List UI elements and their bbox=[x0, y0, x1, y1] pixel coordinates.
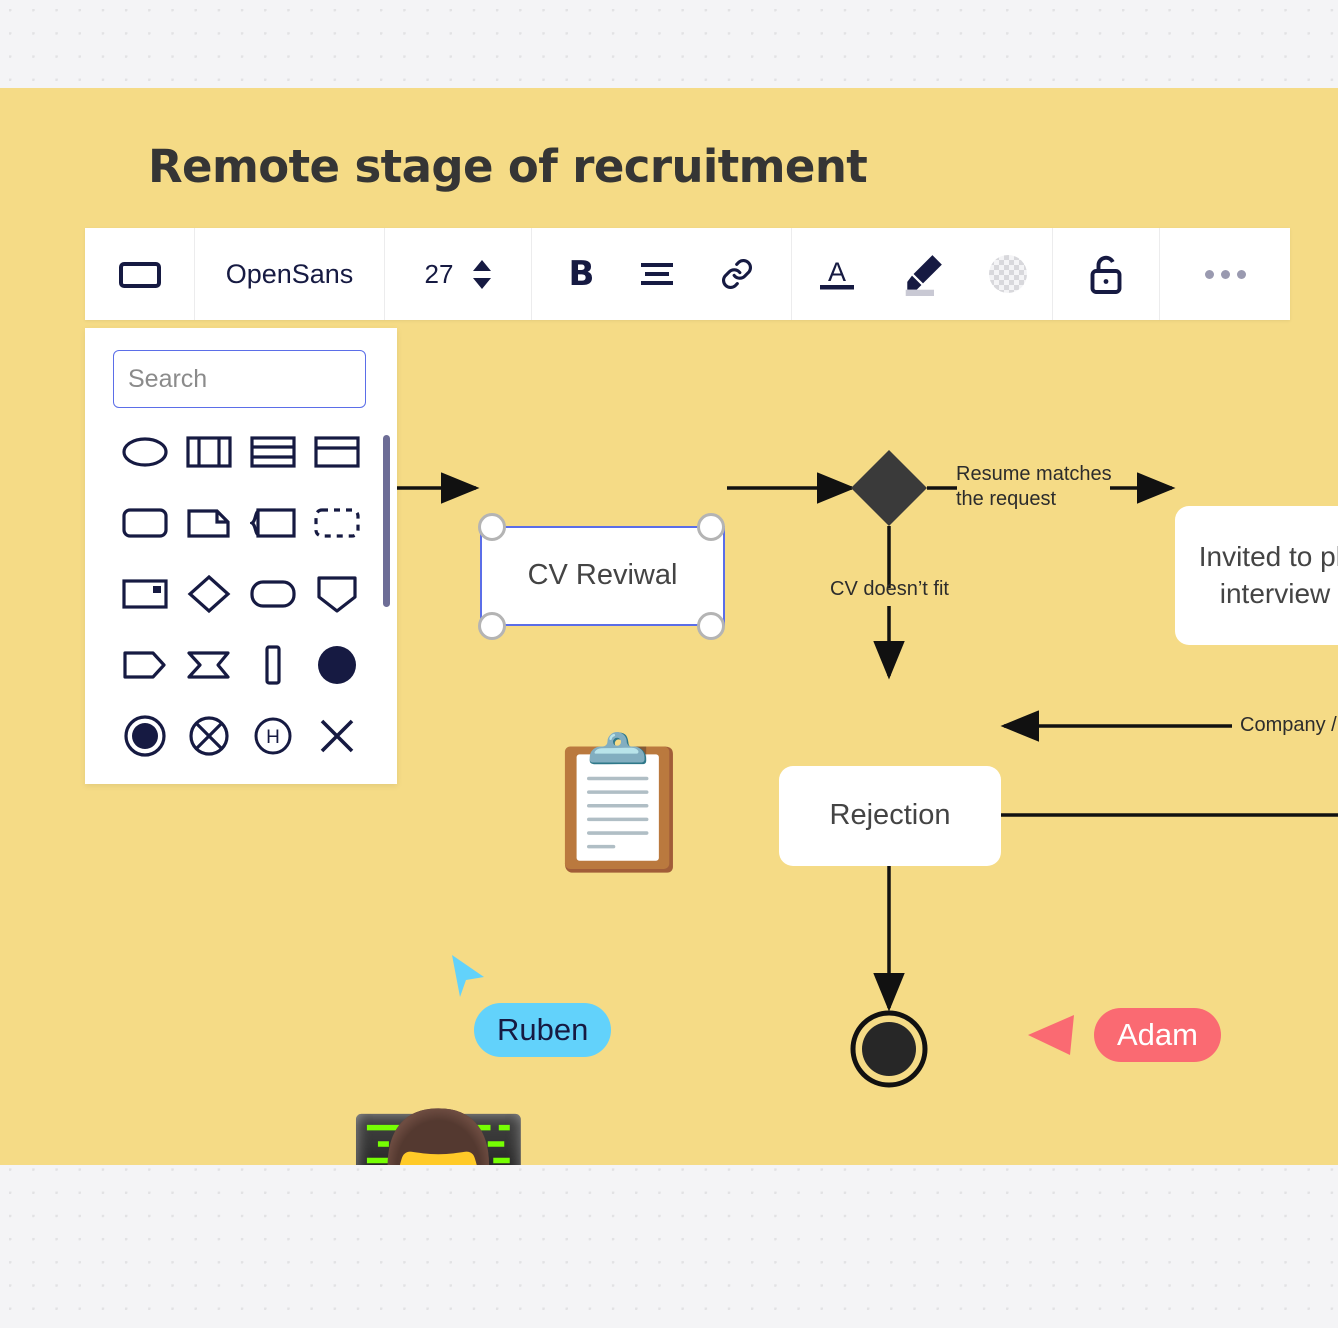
shape-option-diamond[interactable] bbox=[177, 570, 241, 617]
edge-label-resume-matches: Resume matches the request bbox=[956, 463, 1112, 510]
highlighter-pen-icon[interactable] bbox=[901, 252, 945, 296]
stepper-up-icon[interactable] bbox=[473, 259, 492, 271]
shape-option-tag-arrow[interactable] bbox=[113, 641, 177, 688]
node-invited-to-interview[interactable]: Invited to ph interview bbox=[1175, 506, 1338, 645]
shape-option-x-cross[interactable] bbox=[305, 712, 369, 759]
cursor-pointer-ruben bbox=[452, 955, 484, 997]
svg-text:A: A bbox=[828, 257, 846, 287]
svg-text:H: H bbox=[266, 727, 280, 748]
shape-option-vertical-split-rectangle[interactable] bbox=[177, 428, 241, 475]
clipboard-emoji[interactable]: 📋 bbox=[538, 738, 700, 868]
formatting-toolbar[interactable]: OpenSans 27 B A bbox=[85, 228, 1290, 320]
selection-handle-top-left[interactable] bbox=[478, 513, 506, 541]
shape-option-brace-rectangle[interactable] bbox=[241, 499, 305, 546]
selection-handle-bottom-right[interactable] bbox=[697, 612, 725, 640]
toolbar-group-lock[interactable] bbox=[1053, 228, 1160, 320]
node-rejection-label: Rejection bbox=[829, 799, 951, 832]
text-align-icon[interactable] bbox=[640, 261, 674, 287]
cursor-pointer-adam bbox=[1028, 1015, 1074, 1055]
text-color-icon[interactable]: A bbox=[817, 254, 857, 294]
toolbar-group-format[interactable]: B bbox=[532, 228, 792, 320]
shape-option-end-state-circle[interactable] bbox=[113, 712, 177, 759]
shape-option-filled-circle[interactable] bbox=[305, 641, 369, 688]
shape-option-ellipse[interactable] bbox=[113, 428, 177, 475]
shape-search-input[interactable] bbox=[113, 350, 366, 408]
shape-option-vertical-bar[interactable] bbox=[241, 641, 305, 688]
toolbar-group-shape[interactable] bbox=[85, 228, 195, 320]
shape-grid: H bbox=[113, 428, 369, 759]
shape-option-horizontal-split-rectangle[interactable] bbox=[241, 428, 305, 475]
shape-option-header-rectangle[interactable] bbox=[305, 428, 369, 475]
edge-label-company: Company / bbox=[1240, 714, 1337, 736]
shape-picker-panel[interactable]: H bbox=[85, 328, 397, 784]
shape-option-dashed-rectangle[interactable] bbox=[305, 499, 369, 546]
stepper-down-icon[interactable] bbox=[473, 277, 492, 289]
toolbar-group-color[interactable]: A bbox=[792, 228, 1053, 320]
shape-option-rounded-corner-rectangle[interactable] bbox=[113, 499, 177, 546]
font-size-value[interactable]: 27 bbox=[425, 259, 454, 290]
shape-option-folded-corner-document[interactable] bbox=[177, 499, 241, 546]
selection-handle-bottom-left[interactable] bbox=[478, 612, 506, 640]
bold-icon[interactable]: B bbox=[569, 254, 595, 294]
collaborator-label-ruben: Ruben bbox=[474, 1003, 612, 1057]
font-family-selector[interactable]: OpenSans bbox=[195, 228, 385, 320]
shape-option-rectangle-with-marker[interactable] bbox=[113, 570, 177, 617]
selection-handle-top-right[interactable] bbox=[697, 513, 725, 541]
link-icon[interactable] bbox=[720, 257, 754, 291]
more-dots-icon[interactable] bbox=[1204, 269, 1246, 279]
node-cv-review-label: CV Reviwal bbox=[527, 559, 678, 592]
shape-option-helipad-h-circle[interactable]: H bbox=[241, 712, 305, 759]
node-cv-review[interactable]: CV Reviwal bbox=[480, 526, 725, 626]
fill-color-swatch[interactable] bbox=[989, 255, 1027, 293]
shape-panel-scrollbar[interactable] bbox=[383, 435, 390, 607]
font-size-stepper[interactable] bbox=[473, 259, 492, 289]
shape-option-chevron-banner[interactable] bbox=[177, 641, 241, 688]
person-with-laptop-emoji[interactable]: 👨‍💻 bbox=[345, 1116, 532, 1165]
node-invited-label: Invited to ph interview bbox=[1198, 541, 1338, 609]
more-options-button[interactable] bbox=[1160, 228, 1290, 320]
shape-option-shield-pentagon[interactable] bbox=[305, 570, 369, 617]
rectangle-shape-icon[interactable] bbox=[118, 259, 161, 289]
shape-option-crossed-circle[interactable] bbox=[177, 712, 241, 759]
shape-option-stadium-rounded-rectangle[interactable] bbox=[241, 570, 305, 617]
font-size-selector[interactable]: 27 bbox=[385, 228, 532, 320]
font-family-value: OpenSans bbox=[225, 258, 354, 289]
unlocked-padlock-icon[interactable] bbox=[1088, 253, 1124, 295]
node-rejection[interactable]: Rejection bbox=[779, 766, 1001, 866]
collaborator-label-adam: Adam bbox=[1094, 1008, 1221, 1062]
decision-diamond bbox=[851, 450, 927, 526]
edge-label-cv-doesnt-fit: CV doesn’t fit bbox=[830, 578, 949, 600]
